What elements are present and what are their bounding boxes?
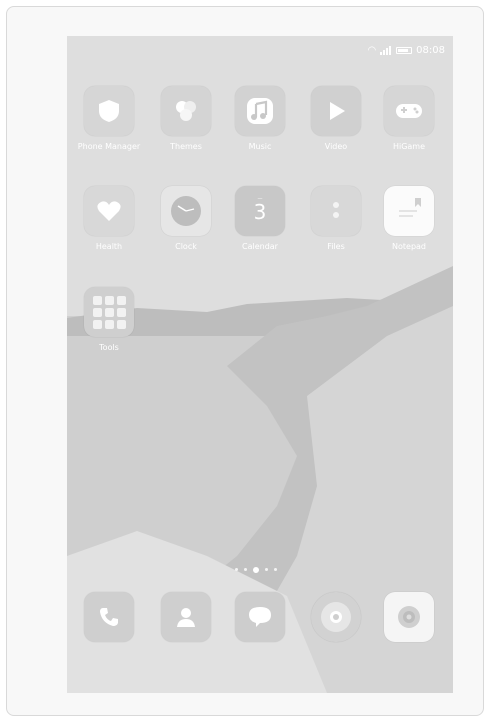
signal-icon (380, 45, 392, 55)
app-video[interactable]: Video (298, 86, 374, 151)
camera-icon (384, 592, 434, 642)
calendar-day: 3 (253, 200, 267, 224)
page-dot-active[interactable] (253, 567, 259, 573)
app-themes[interactable]: Themes (148, 86, 224, 151)
app-label: Video (324, 142, 348, 151)
app-music[interactable]: Music (222, 86, 298, 151)
app-clock[interactable]: Clock (148, 186, 224, 251)
home-screen: ◠ 08:08 Phone Manager Themes Music Video (67, 36, 453, 693)
play-icon (311, 86, 361, 136)
app-files[interactable]: Files (298, 186, 374, 251)
dock-browser[interactable] (298, 592, 374, 642)
dock-contacts[interactable] (148, 592, 224, 642)
files-icon (311, 186, 361, 236)
folder-label: Tools (99, 343, 119, 352)
app-health[interactable]: Health (71, 186, 147, 251)
app-label: Calendar (242, 242, 278, 251)
dock-phone[interactable] (71, 592, 147, 642)
app-calendar[interactable]: — 3 Calendar (222, 186, 298, 251)
app-notepad[interactable]: Notepad (371, 186, 447, 251)
app-label: Health (95, 242, 123, 251)
dock-messages[interactable] (222, 592, 298, 642)
app-label: Files (327, 242, 345, 251)
app-phone-manager[interactable]: Phone Manager (71, 86, 147, 151)
page-dot[interactable] (274, 568, 277, 571)
app-label: Themes (170, 142, 202, 151)
page-dot[interactable] (235, 568, 238, 571)
shield-icon (84, 86, 134, 136)
themes-icon (161, 86, 211, 136)
app-label: HiGame (392, 142, 426, 151)
app-label: Clock (175, 242, 197, 251)
page-dot[interactable] (265, 568, 268, 571)
status-bar: ◠ 08:08 (367, 42, 445, 58)
heart-icon (84, 186, 134, 236)
app-label: Music (248, 142, 272, 151)
dock-camera[interactable] (371, 592, 447, 642)
folder-icon (84, 287, 134, 337)
notepad-icon (384, 186, 434, 236)
app-label: Notepad (392, 242, 426, 251)
app-higame[interactable]: HiGame (371, 86, 447, 151)
calendar-icon: — 3 (235, 186, 285, 236)
folder-tools[interactable]: Tools (71, 287, 147, 352)
page-dot[interactable] (244, 568, 247, 571)
phone-icon (84, 592, 134, 642)
browser-icon (311, 592, 361, 642)
messages-icon (235, 592, 285, 642)
app-label: Phone Manager (77, 142, 141, 151)
music-note-icon (235, 86, 285, 136)
status-time: 08:08 (416, 44, 445, 56)
gamepad-icon (384, 86, 434, 136)
wifi-icon: ◠ (367, 44, 377, 56)
page-indicator (235, 567, 277, 573)
battery-icon (396, 46, 413, 54)
clock-icon (161, 186, 211, 236)
contacts-icon (161, 592, 211, 642)
